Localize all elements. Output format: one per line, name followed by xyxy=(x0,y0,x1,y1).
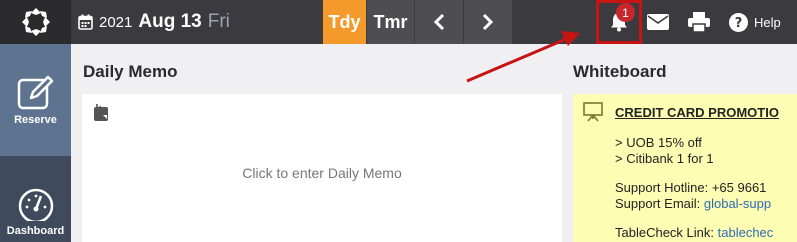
sidebar-item-label: Dashboard xyxy=(6,225,65,237)
calendar-icon xyxy=(78,14,93,30)
support-email: Support Email: global-supp xyxy=(615,196,771,211)
app-logo[interactable] xyxy=(0,0,71,44)
gauge-icon xyxy=(18,188,53,221)
print-button[interactable] xyxy=(684,0,714,44)
whiteboard-heading: Whiteboard xyxy=(573,62,667,81)
sidebar: Reserve Dashboard xyxy=(0,44,71,242)
date-picker[interactable]: 2021 Aug 13 Fri xyxy=(78,0,230,44)
svg-text:?: ? xyxy=(735,16,743,31)
printer-icon xyxy=(688,12,710,32)
chevron-left-icon xyxy=(433,13,445,31)
tablecheck-link[interactable]: tablechec xyxy=(718,225,774,240)
presentation-board-icon xyxy=(583,102,603,122)
tablecheck-link-row: TableCheck Link: tablechec xyxy=(615,225,773,240)
notification-badge: 1 xyxy=(616,3,635,22)
question-circle-icon: ? xyxy=(729,12,748,32)
whiteboard-panel[interactable]: CREDIT CARD PROMOTIO > UOB 15% off > Cit… xyxy=(573,94,797,242)
messages-button[interactable] xyxy=(644,0,672,44)
help-label: Help xyxy=(754,14,781,30)
tomorrow-button[interactable]: Tmr xyxy=(367,0,414,44)
sidebar-item-dashboard[interactable]: Dashboard xyxy=(0,187,71,242)
support-hotline: Support Hotline: +65 9661 xyxy=(615,180,767,195)
top-bar: 2021 Aug 13 Fri Tdy Tmr 1 ? Help xyxy=(0,0,797,44)
sidebar-item-reserve[interactable]: Reserve xyxy=(0,44,71,156)
support-email-link[interactable]: global-supp xyxy=(704,196,771,211)
next-day-button[interactable] xyxy=(464,0,512,44)
daily-memo-panel[interactable]: Click to enter Daily Memo xyxy=(82,94,562,242)
edit-icon xyxy=(17,75,53,110)
date-month-day: Aug 13 xyxy=(138,11,202,32)
help-button[interactable]: ? Help xyxy=(729,0,797,44)
whiteboard-line: > Citibank 1 for 1 xyxy=(615,151,714,166)
notifications-button[interactable]: 1 xyxy=(596,0,642,44)
date-year: 2021 xyxy=(99,13,133,31)
logo-icon xyxy=(21,8,50,36)
tablecheck-link-label: TableCheck Link: xyxy=(615,225,718,240)
whiteboard-title[interactable]: CREDIT CARD PROMOTIO xyxy=(615,105,779,120)
support-email-label: Support Email: xyxy=(615,196,704,211)
previous-day-button[interactable] xyxy=(415,0,463,44)
daily-memo-placeholder: Click to enter Daily Memo xyxy=(242,165,402,181)
chevron-right-icon xyxy=(482,13,494,31)
memo-clip-icon xyxy=(94,104,108,121)
sidebar-item-label: Reserve xyxy=(14,114,57,126)
date-weekday: Fri xyxy=(207,11,230,32)
whiteboard-line: > UOB 15% off xyxy=(615,135,702,150)
today-button[interactable]: Tdy xyxy=(323,0,366,44)
daily-memo-heading: Daily Memo xyxy=(83,62,178,81)
envelope-icon xyxy=(647,14,669,30)
